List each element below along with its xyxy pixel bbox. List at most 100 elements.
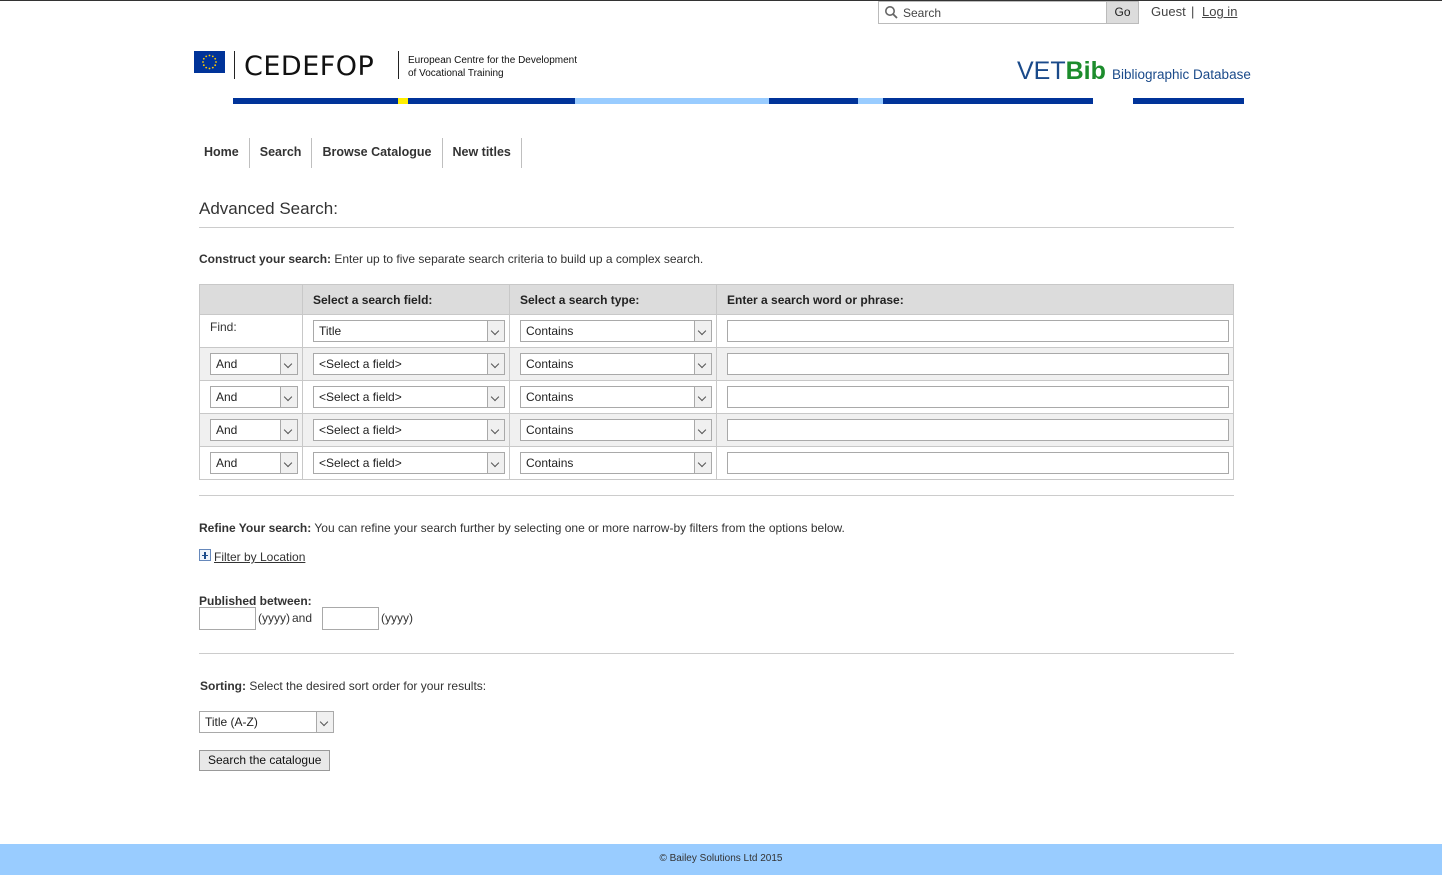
user-separator: |	[1191, 4, 1195, 19]
header-stripe	[858, 98, 883, 104]
search-phrase-input[interactable]	[727, 320, 1229, 342]
refine-instructions: Refine Your search: You can refine your …	[199, 521, 845, 535]
type-select[interactable]: Contains	[520, 452, 712, 474]
vetbib-logo-vet: VET	[1017, 57, 1066, 85]
chevron-down-icon	[280, 453, 297, 473]
go-button[interactable]: Go	[1106, 2, 1138, 23]
login-link[interactable]: Log in	[1202, 4, 1237, 19]
chevron-down-icon	[694, 387, 711, 407]
type-select[interactable]: Contains	[520, 419, 712, 441]
operator-select[interactable]: And	[210, 353, 298, 375]
sort-order-value: Title (A-Z)	[205, 715, 258, 729]
copyright-text: © Bailey Solutions Ltd 2015	[659, 853, 783, 864]
expand-plus-icon[interactable]	[199, 549, 211, 561]
type-select-value: Contains	[526, 456, 574, 470]
vetbib-logo[interactable]: VETBib	[1017, 57, 1106, 85]
yyyy-hint: (yyyy)	[258, 611, 290, 625]
find-label: Find:	[210, 320, 237, 334]
filter-by-location-link[interactable]: Filter by Location	[214, 550, 305, 564]
operator-select-value: And	[216, 423, 238, 437]
divider	[199, 495, 1234, 496]
vetbib-logo-bib: Bib	[1065, 57, 1106, 85]
sorting-label: Sorting:	[200, 679, 246, 693]
type-select[interactable]: Contains	[520, 320, 712, 342]
vetbib-subtitle: Bibliographic Database	[1112, 67, 1251, 82]
table-header: Enter a search word or phrase:	[716, 284, 1234, 315]
table-header: Select a search type:	[509, 284, 717, 315]
construct-label: Construct your search:	[199, 252, 332, 266]
cedefop-logo[interactable]: CEDEFOP	[244, 51, 374, 83]
operator-select-value: And	[216, 390, 238, 404]
logo-divider	[234, 51, 235, 79]
field-select-value: <Select a field>	[319, 423, 402, 437]
type-select[interactable]: Contains	[520, 353, 712, 375]
published-between-label: Published between:	[199, 594, 312, 608]
criteria-row: And <Select a field> Contains	[199, 446, 1234, 480]
search-phrase-input[interactable]	[727, 386, 1229, 408]
logo-subtitle: of Vocational Training	[408, 68, 504, 79]
chevron-down-icon	[316, 712, 333, 732]
search-phrase-input[interactable]	[727, 419, 1229, 441]
header-stripe	[408, 98, 575, 104]
type-select[interactable]: Contains	[520, 386, 712, 408]
nav-home[interactable]: Home	[199, 138, 250, 168]
chevron-down-icon	[694, 354, 711, 374]
chevron-down-icon	[487, 387, 504, 407]
logo-divider	[398, 51, 399, 79]
criteria-row: And <Select a field> Contains	[199, 413, 1234, 447]
page-title: Advanced Search:	[199, 199, 338, 218]
field-select[interactable]: <Select a field>	[313, 419, 505, 441]
operator-select[interactable]: And	[210, 386, 298, 408]
criteria-row: And <Select a field> Contains	[199, 347, 1234, 381]
type-select-value: Contains	[526, 390, 574, 404]
operator-select[interactable]: And	[210, 419, 298, 441]
header-stripe	[1133, 98, 1244, 104]
field-select-value: <Select a field>	[319, 357, 402, 371]
construct-instructions: Construct your search: Enter up to five …	[199, 252, 703, 266]
field-select[interactable]: Title	[313, 320, 505, 342]
operator-select-value: And	[216, 456, 238, 470]
chevron-down-icon	[280, 354, 297, 374]
divider	[199, 227, 1234, 228]
operator-select[interactable]: And	[210, 452, 298, 474]
nav-search[interactable]: Search	[250, 138, 313, 168]
table-header: Select a search field:	[302, 284, 510, 315]
type-select-value: Contains	[526, 423, 574, 437]
type-select-value: Contains	[526, 357, 574, 371]
chevron-down-icon	[694, 420, 711, 440]
main-nav: Home Search Browse Catalogue New titles	[199, 138, 522, 168]
search-phrase-input[interactable]	[727, 353, 1229, 375]
search-criteria-table: Select a search field: Select a search t…	[199, 284, 1234, 480]
field-select[interactable]: <Select a field>	[313, 353, 505, 375]
divider	[199, 653, 1234, 654]
field-select-value: Title	[319, 324, 342, 338]
field-select-value: <Select a field>	[319, 456, 402, 470]
sort-order-select[interactable]: Title (A-Z)	[199, 711, 334, 733]
header-stripe	[883, 98, 1093, 104]
top-search-box: Go	[878, 1, 1139, 24]
header-stripe	[575, 98, 769, 104]
field-select[interactable]: <Select a field>	[313, 452, 505, 474]
sorting-text: Select the desired sort order for your r…	[246, 679, 487, 693]
header-stripe	[233, 98, 398, 104]
field-select[interactable]: <Select a field>	[313, 386, 505, 408]
top-search-input[interactable]	[903, 4, 1083, 21]
refine-label: Refine Your search:	[199, 521, 312, 535]
nav-browse-catalogue[interactable]: Browse Catalogue	[312, 138, 443, 168]
type-select-value: Contains	[526, 324, 574, 338]
chevron-down-icon	[280, 420, 297, 440]
yyyy-hint: (yyyy)	[381, 611, 413, 625]
search-icon	[885, 6, 898, 19]
published-to-input[interactable]	[322, 607, 379, 630]
search-phrase-input[interactable]	[727, 452, 1229, 474]
refine-text: You can refine your search further by se…	[311, 521, 845, 535]
logo-subtitle: European Centre for the Development	[408, 55, 577, 66]
chevron-down-icon	[694, 321, 711, 341]
search-catalogue-button[interactable]: Search the catalogue	[199, 750, 331, 771]
nav-new-titles[interactable]: New titles	[443, 138, 522, 168]
table-header-row: Select a search field: Select a search t…	[199, 284, 1234, 315]
field-select-value: <Select a field>	[319, 390, 402, 404]
eu-flag-icon	[194, 51, 225, 73]
published-from-input[interactable]	[199, 607, 256, 630]
table-header	[199, 284, 303, 315]
